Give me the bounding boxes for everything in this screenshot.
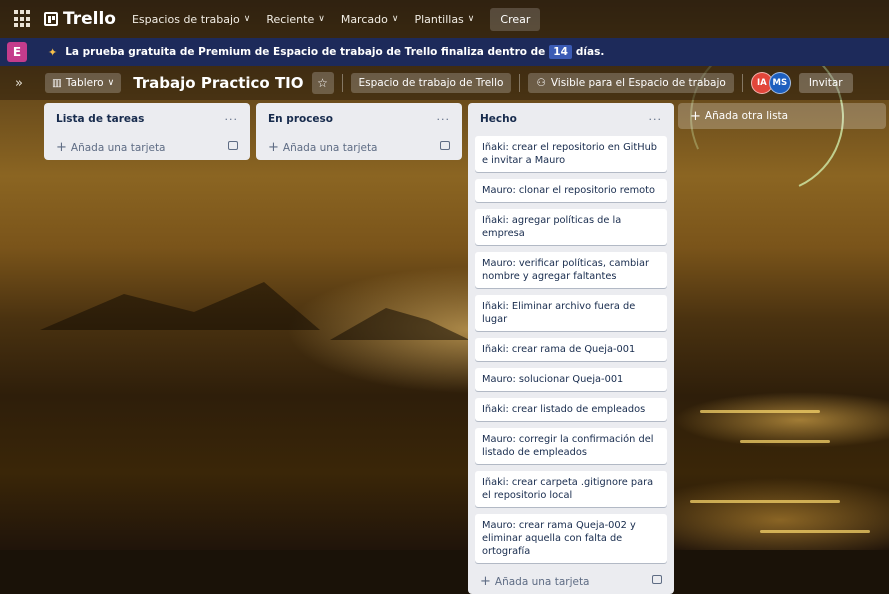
add-card-button[interactable]: + Añada una tarjeta bbox=[268, 136, 378, 155]
water-reflection bbox=[690, 500, 840, 503]
chevron-down-icon: ∨ bbox=[467, 14, 475, 24]
board-header: » ▥ Tablero ∨ Trabajo Practico TIO ☆ Esp… bbox=[0, 66, 889, 100]
add-card-label: Añada una tarjeta bbox=[282, 141, 378, 154]
templates-label: Plantillas bbox=[414, 12, 464, 26]
add-card-button[interactable]: + Añada una tarjeta bbox=[480, 570, 590, 589]
plus-icon: + bbox=[56, 139, 67, 155]
add-card-row: + Añada una tarjeta bbox=[475, 570, 667, 589]
star-board-icon[interactable]: ☆ bbox=[311, 72, 334, 94]
card[interactable]: Iñaki: crear el repositorio en GitHub e … bbox=[475, 136, 667, 172]
recent-menu[interactable]: Reciente ∨ bbox=[266, 13, 324, 26]
add-card-row: + Añada una tarjeta bbox=[51, 136, 243, 155]
board-title[interactable]: Trabajo Practico TIO bbox=[129, 72, 307, 94]
divider bbox=[341, 74, 343, 92]
plus-icon: + bbox=[268, 139, 279, 155]
workspace-button[interactable]: Espacio de trabajo de Trello bbox=[350, 73, 512, 93]
list-hecho: Hecho ··· Iñaki: crear el repositorio en… bbox=[468, 103, 674, 594]
water-reflection bbox=[740, 440, 830, 443]
chevron-down-icon: ∨ bbox=[243, 14, 251, 24]
water-reflection bbox=[700, 410, 820, 413]
chevron-down-icon: ∨ bbox=[318, 14, 325, 24]
logo-text: Trello bbox=[63, 9, 116, 29]
list-menu-icon[interactable]: ··· bbox=[437, 113, 451, 126]
card[interactable]: Iñaki: Eliminar archivo fuera de lugar bbox=[475, 295, 667, 331]
board-view-label: Tablero bbox=[65, 77, 104, 89]
card[interactable]: Iñaki: crear carpeta .gitignore para el … bbox=[475, 471, 667, 507]
board-view-switcher[interactable]: ▥ Tablero ∨ bbox=[45, 73, 122, 93]
card-template-icon[interactable] bbox=[228, 140, 238, 150]
divider bbox=[741, 74, 743, 92]
chevron-down-icon: ∨ bbox=[391, 14, 399, 24]
list-lista-de-tareas: Lista de tareas ··· + Añada una tarjeta bbox=[44, 103, 250, 160]
add-card-row: + Añada una tarjeta bbox=[263, 136, 455, 155]
add-list-label: Añada otra lista bbox=[704, 110, 789, 122]
avatar[interactable]: MS bbox=[768, 72, 791, 94]
list-header[interactable]: Lista de tareas ··· bbox=[51, 109, 243, 129]
expand-sidebar-icon[interactable]: » bbox=[15, 76, 33, 91]
add-list-button[interactable]: + Añada otra lista bbox=[678, 103, 886, 129]
board-view-icon: ▥ bbox=[52, 77, 62, 89]
visibility-button[interactable]: ⚇ Visible para el Espacio de trabajo bbox=[528, 73, 734, 93]
list-title[interactable]: En proceso bbox=[268, 113, 333, 125]
card[interactable]: Mauro: verificar políticas, cambiar nomb… bbox=[475, 252, 667, 288]
party-popper-icon: ✦ bbox=[48, 45, 58, 59]
card[interactable]: Iñaki: crear rama de Queja-001 bbox=[475, 338, 667, 361]
recent-label: Reciente bbox=[266, 12, 315, 26]
list-en-proceso: En proceso ··· + Añada una tarjeta bbox=[256, 103, 462, 160]
workspace-button-label: Espacio de trabajo de Trello bbox=[358, 77, 504, 89]
card[interactable]: Mauro: clonar el repositorio remoto bbox=[475, 179, 667, 202]
plus-icon: + bbox=[690, 108, 701, 124]
workspace-badge[interactable]: E bbox=[7, 42, 27, 62]
workspaces-label: Espacios de trabajo bbox=[131, 12, 240, 26]
list-header[interactable]: Hecho ··· bbox=[475, 109, 667, 129]
visibility-label: Visible para el Espacio de trabajo bbox=[550, 77, 726, 89]
banner-text: La prueba gratuita de Premium de Espacio… bbox=[65, 46, 546, 58]
card[interactable]: Mauro: solucionar Queja-001 bbox=[475, 368, 667, 391]
list-title[interactable]: Lista de tareas bbox=[56, 113, 144, 125]
list-menu-icon[interactable]: ··· bbox=[225, 113, 239, 126]
list-header[interactable]: En proceso ··· bbox=[263, 109, 455, 129]
invite-button[interactable]: Invitar bbox=[798, 73, 853, 93]
card-template-icon[interactable] bbox=[440, 140, 450, 150]
card[interactable]: Iñaki: agregar políticas de la empresa bbox=[475, 209, 667, 245]
starred-menu[interactable]: Marcado ∨ bbox=[341, 13, 399, 26]
card[interactable]: Iñaki: crear listado de empleados bbox=[475, 398, 667, 421]
list-title[interactable]: Hecho bbox=[480, 113, 517, 125]
days-remaining: 14 bbox=[549, 45, 572, 59]
banner-days-suffix: días. bbox=[575, 46, 605, 58]
workspaces-menu[interactable]: Espacios de trabajo ∨ bbox=[132, 13, 250, 26]
card[interactable]: Mauro: crear rama Queja-002 y eliminar a… bbox=[475, 514, 667, 563]
people-icon: ⚇ bbox=[536, 77, 546, 89]
add-card-label: Añada una tarjeta bbox=[70, 141, 166, 154]
plus-icon: + bbox=[480, 573, 491, 589]
list-menu-icon[interactable]: ··· bbox=[649, 113, 663, 126]
create-button[interactable]: Crear bbox=[490, 7, 541, 31]
divider bbox=[519, 74, 521, 92]
app-switcher-icon[interactable] bbox=[14, 10, 32, 28]
trello-logo[interactable]: Trello bbox=[44, 9, 116, 29]
templates-menu[interactable]: Plantillas ∨ bbox=[414, 13, 474, 26]
background-mountain bbox=[330, 308, 470, 340]
add-card-button[interactable]: + Añada una tarjeta bbox=[56, 136, 166, 155]
add-card-label: Añada una tarjeta bbox=[494, 575, 590, 588]
water-reflection bbox=[760, 530, 870, 533]
card[interactable]: Mauro: corregir la confirmación del list… bbox=[475, 428, 667, 464]
top-navigation: Trello Espacios de trabajo ∨ Reciente ∨ … bbox=[0, 0, 889, 38]
background-mountain bbox=[40, 282, 320, 330]
premium-trial-banner: E ✦ La prueba gratuita de Premium de Esp… bbox=[0, 38, 889, 66]
trello-logo-icon bbox=[44, 12, 58, 26]
starred-label: Marcado bbox=[340, 12, 388, 26]
card-template-icon[interactable] bbox=[652, 574, 662, 584]
chevron-down-icon: ∨ bbox=[107, 78, 115, 88]
